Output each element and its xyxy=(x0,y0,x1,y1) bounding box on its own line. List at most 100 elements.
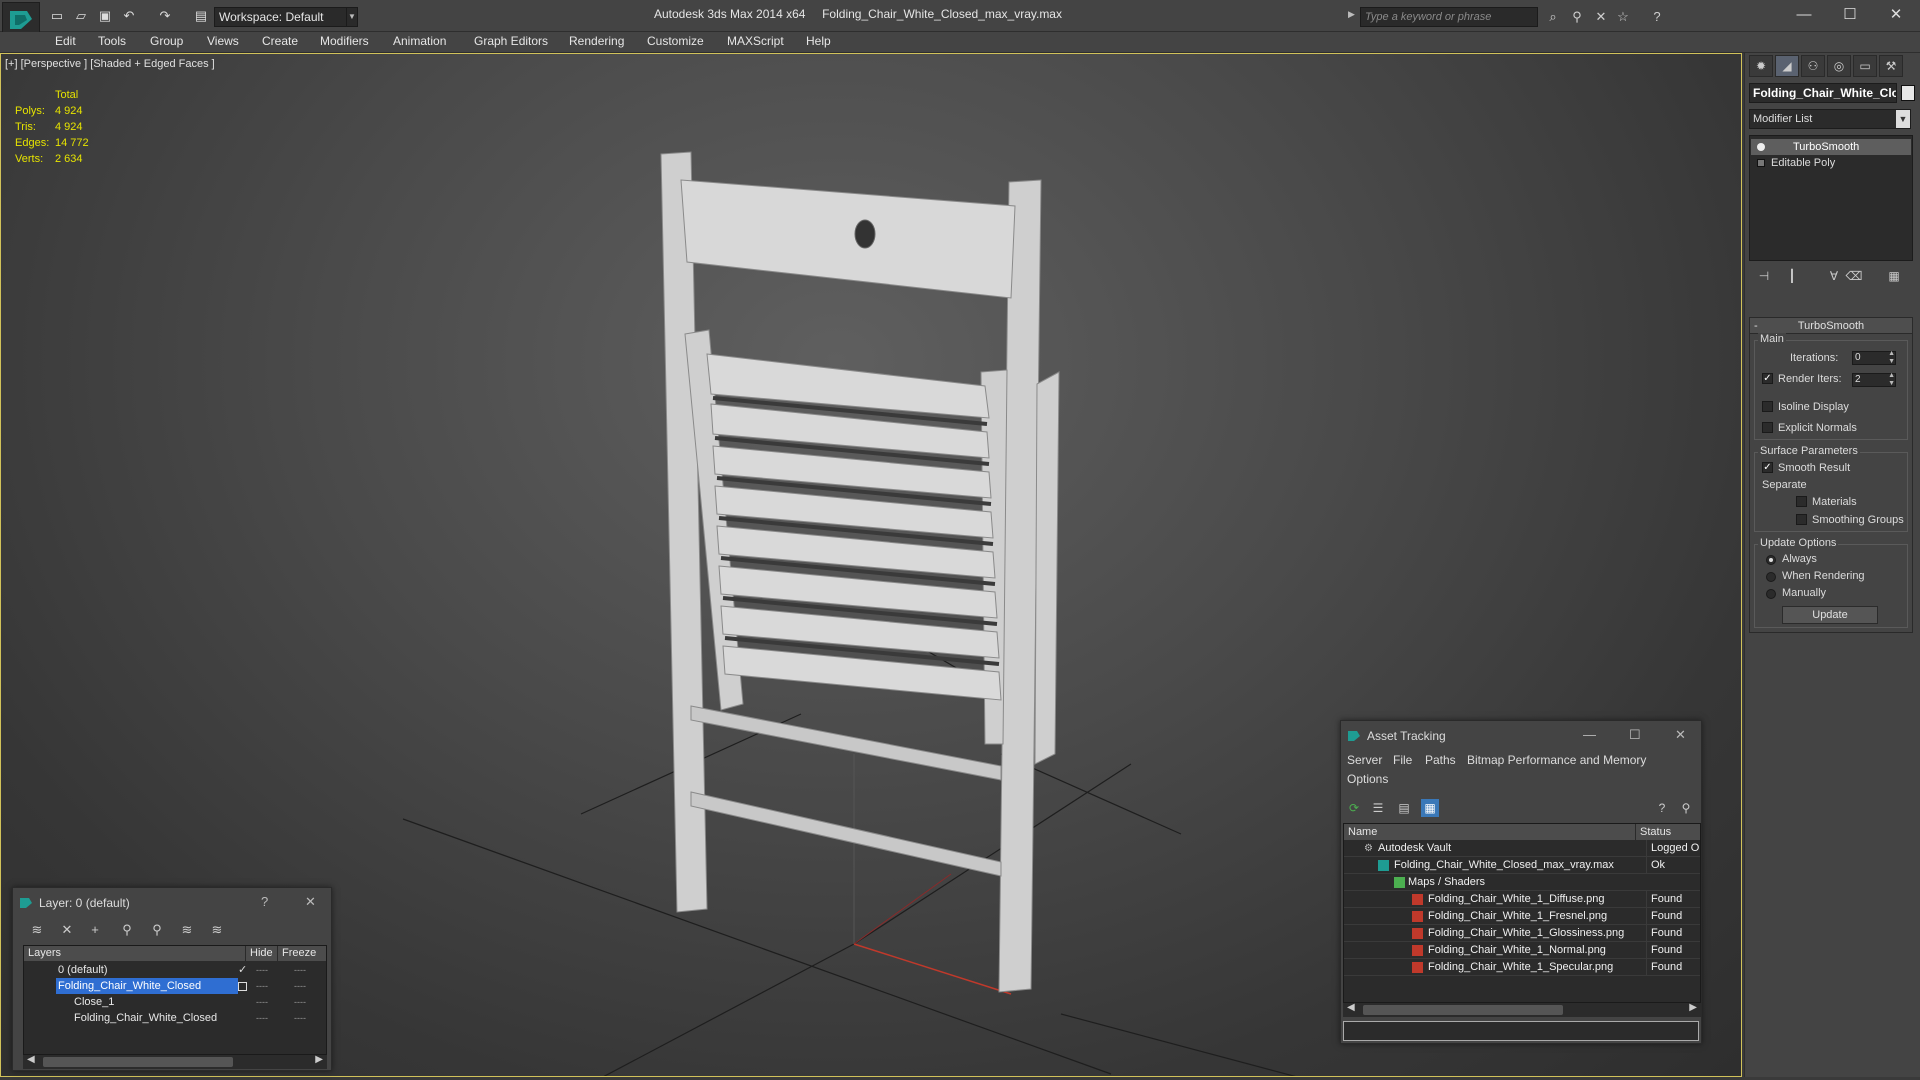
spinner-arrows-icon[interactable]: ▲ ▼ xyxy=(1888,372,1895,388)
freeze-toggle[interactable]: ---- xyxy=(294,978,306,994)
modifier-list-dropdown[interactable]: Modifier List ▼ xyxy=(1749,109,1911,129)
smoothing-groups-checkbox[interactable] xyxy=(1796,514,1807,525)
spinner-arrows-icon[interactable]: ▲ ▼ xyxy=(1888,350,1895,366)
help-icon[interactable]: ? xyxy=(1648,8,1666,26)
hide-toggle[interactable]: ---- xyxy=(256,978,268,994)
hide-toggle[interactable]: ---- xyxy=(256,1010,268,1026)
close-button[interactable]: ✕ xyxy=(1675,727,1686,743)
show-end-result-icon[interactable]: ┃ xyxy=(1783,267,1801,285)
scroll-right-icon[interactable]: ▶ xyxy=(1689,1002,1697,1013)
asset-row[interactable]: Maps / Shaders xyxy=(1344,874,1700,891)
col-hide-header[interactable]: Hide xyxy=(246,946,278,961)
subscription-icon[interactable]: ⚲ xyxy=(1568,8,1586,26)
layer-row[interactable]: Folding_Chair_White_Closed ---- ---- xyxy=(24,1010,326,1026)
scroll-thumb[interactable] xyxy=(1363,1005,1563,1015)
asset-row[interactable]: Folding_Chair_White_1_Specular.png Found xyxy=(1344,959,1700,976)
layer-window-titlebar[interactable]: Layer: 0 (default) ? ✕ xyxy=(13,888,331,918)
freeze-toggle[interactable]: ---- xyxy=(294,1010,306,1026)
current-layer-check-icon[interactable]: ✓ xyxy=(238,962,247,978)
list-view-icon[interactable]: ☰ xyxy=(1369,799,1387,817)
communication-icon[interactable]: ✕ xyxy=(1592,8,1610,26)
project-folder-icon[interactable]: ▤ xyxy=(192,7,210,25)
close-window-button[interactable]: ✕ xyxy=(1882,4,1910,26)
scroll-left-icon[interactable]: ◀ xyxy=(1347,1002,1355,1013)
stack-item-editable-poly[interactable]: Editable Poly xyxy=(1751,155,1911,171)
object-name-field[interactable]: Folding_Chair_White_Clo xyxy=(1749,83,1897,103)
hide-toggle[interactable]: ---- xyxy=(256,994,268,1010)
layer-row[interactable]: 0 (default) ✓ ---- ---- xyxy=(24,962,326,978)
update-button[interactable]: Update xyxy=(1782,606,1878,624)
layer-color-box-icon[interactable] xyxy=(238,982,247,991)
menu-customize[interactable]: Customize xyxy=(647,34,704,48)
modify-tab-icon[interactable]: ◢ xyxy=(1775,55,1799,77)
scroll-thumb[interactable] xyxy=(43,1057,233,1067)
menu-create[interactable]: Create xyxy=(262,34,298,48)
workspace-dropdown[interactable]: Workspace: Default ▼ xyxy=(214,7,358,27)
configure-sets-icon[interactable]: ▦ xyxy=(1885,267,1903,285)
maximize-button[interactable]: ☐ xyxy=(1836,4,1864,26)
smooth-result-checkbox[interactable]: ✓ xyxy=(1762,462,1773,473)
add-to-layer-icon[interactable]: + xyxy=(85,920,105,940)
asset-tracking-titlebar[interactable]: Asset Tracking — ☐ ✕ xyxy=(1341,721,1701,751)
minimize-button[interactable]: — xyxy=(1583,727,1596,742)
menu-tools[interactable]: Tools xyxy=(98,34,126,48)
lightbulb-icon[interactable] xyxy=(1757,143,1765,151)
table-view-icon[interactable]: ▤ xyxy=(1395,799,1413,817)
display-tab-icon[interactable]: ▭ xyxy=(1853,55,1877,77)
save-icon[interactable]: ▣ xyxy=(96,7,114,25)
open-file-icon[interactable]: ▱ xyxy=(72,7,90,25)
materials-checkbox[interactable] xyxy=(1796,496,1807,507)
asset-menu-server[interactable]: Server xyxy=(1347,753,1382,767)
asset-row[interactable]: Folding_Chair_White_1_Glossiness.png Fou… xyxy=(1344,925,1700,942)
layer-horizontal-scrollbar[interactable]: ◀ ▶ xyxy=(23,1054,327,1069)
menu-rendering[interactable]: Rendering xyxy=(569,34,624,48)
render-iters-checkbox[interactable]: ✓ xyxy=(1762,373,1773,384)
freeze-toggle[interactable]: ---- xyxy=(294,962,306,978)
layer-row[interactable]: Close_1 ---- ---- xyxy=(24,994,326,1010)
asset-menu-file[interactable]: File xyxy=(1393,753,1412,767)
favorites-star-icon[interactable]: ☆ xyxy=(1614,8,1632,26)
redo-icon[interactable]: ↷ xyxy=(156,7,174,25)
hierarchy-tab-icon[interactable]: ⚇ xyxy=(1801,55,1825,77)
menu-animation[interactable]: Animation xyxy=(393,34,446,48)
object-color-swatch[interactable] xyxy=(1901,85,1915,101)
layer-row[interactable]: Folding_Chair_White_Closed ---- ---- xyxy=(24,978,326,994)
rollout-header[interactable]: - TurboSmooth xyxy=(1750,318,1912,334)
stack-item-turbosmooth[interactable]: TurboSmooth xyxy=(1751,139,1911,155)
highlight-layer-icon[interactable]: ⚲ xyxy=(147,920,167,940)
menu-modifiers[interactable]: Modifiers xyxy=(320,34,369,48)
motion-tab-icon[interactable]: ◎ xyxy=(1827,55,1851,77)
help-search-icon[interactable]: ⚲ xyxy=(1677,799,1695,817)
help-icon[interactable]: ? xyxy=(1653,799,1671,817)
asset-row[interactable]: ⚙ Autodesk Vault Logged Ou xyxy=(1344,840,1700,857)
asset-horizontal-scrollbar[interactable]: ◀ ▶ xyxy=(1343,1002,1701,1017)
menu-group[interactable]: Group xyxy=(150,34,183,48)
viewport-label[interactable]: [+] [Perspective ] [Shaded + Edged Faces… xyxy=(5,58,215,70)
hide-toggle[interactable]: ---- xyxy=(256,962,268,978)
explicit-normals-checkbox[interactable] xyxy=(1762,422,1773,433)
utilities-tab-icon[interactable]: ⚒ xyxy=(1879,55,1903,77)
help-button[interactable]: ? xyxy=(261,894,268,909)
manually-radio[interactable] xyxy=(1766,589,1776,599)
iterations-spinner[interactable]: 0 ▲ ▼ xyxy=(1852,350,1896,366)
when-rendering-radio[interactable] xyxy=(1766,572,1776,582)
make-unique-icon[interactable]: ∀ xyxy=(1825,267,1843,285)
asset-row[interactable]: Folding_Chair_White_1_Diffuse.png Found xyxy=(1344,891,1700,908)
col-name-header[interactable]: Name xyxy=(1344,824,1636,840)
menu-help[interactable]: Help xyxy=(806,34,831,48)
minimize-button[interactable]: — xyxy=(1790,4,1818,26)
asset-menu-options[interactable]: Options xyxy=(1347,772,1388,786)
col-status-header[interactable]: Status xyxy=(1636,824,1700,840)
menu-graph-editors[interactable]: Graph Editors xyxy=(474,34,548,48)
close-button[interactable]: ✕ xyxy=(305,894,316,910)
binoculars-icon[interactable]: ⌕ xyxy=(1544,8,1562,26)
select-objects-icon[interactable]: ⚲ xyxy=(117,920,137,940)
scroll-right-icon[interactable]: ▶ xyxy=(315,1054,323,1065)
render-iters-spinner[interactable]: 2 ▲ ▼ xyxy=(1852,372,1896,388)
expand-box-icon[interactable] xyxy=(1757,159,1765,167)
refresh-icon[interactable]: ⟳ xyxy=(1345,799,1363,817)
search-input[interactable]: Type a keyword or phrase xyxy=(1360,7,1538,27)
menu-maxscript[interactable]: MAXScript xyxy=(727,34,784,48)
asset-menu-paths[interactable]: Paths xyxy=(1425,753,1456,767)
menu-views[interactable]: Views xyxy=(207,34,239,48)
